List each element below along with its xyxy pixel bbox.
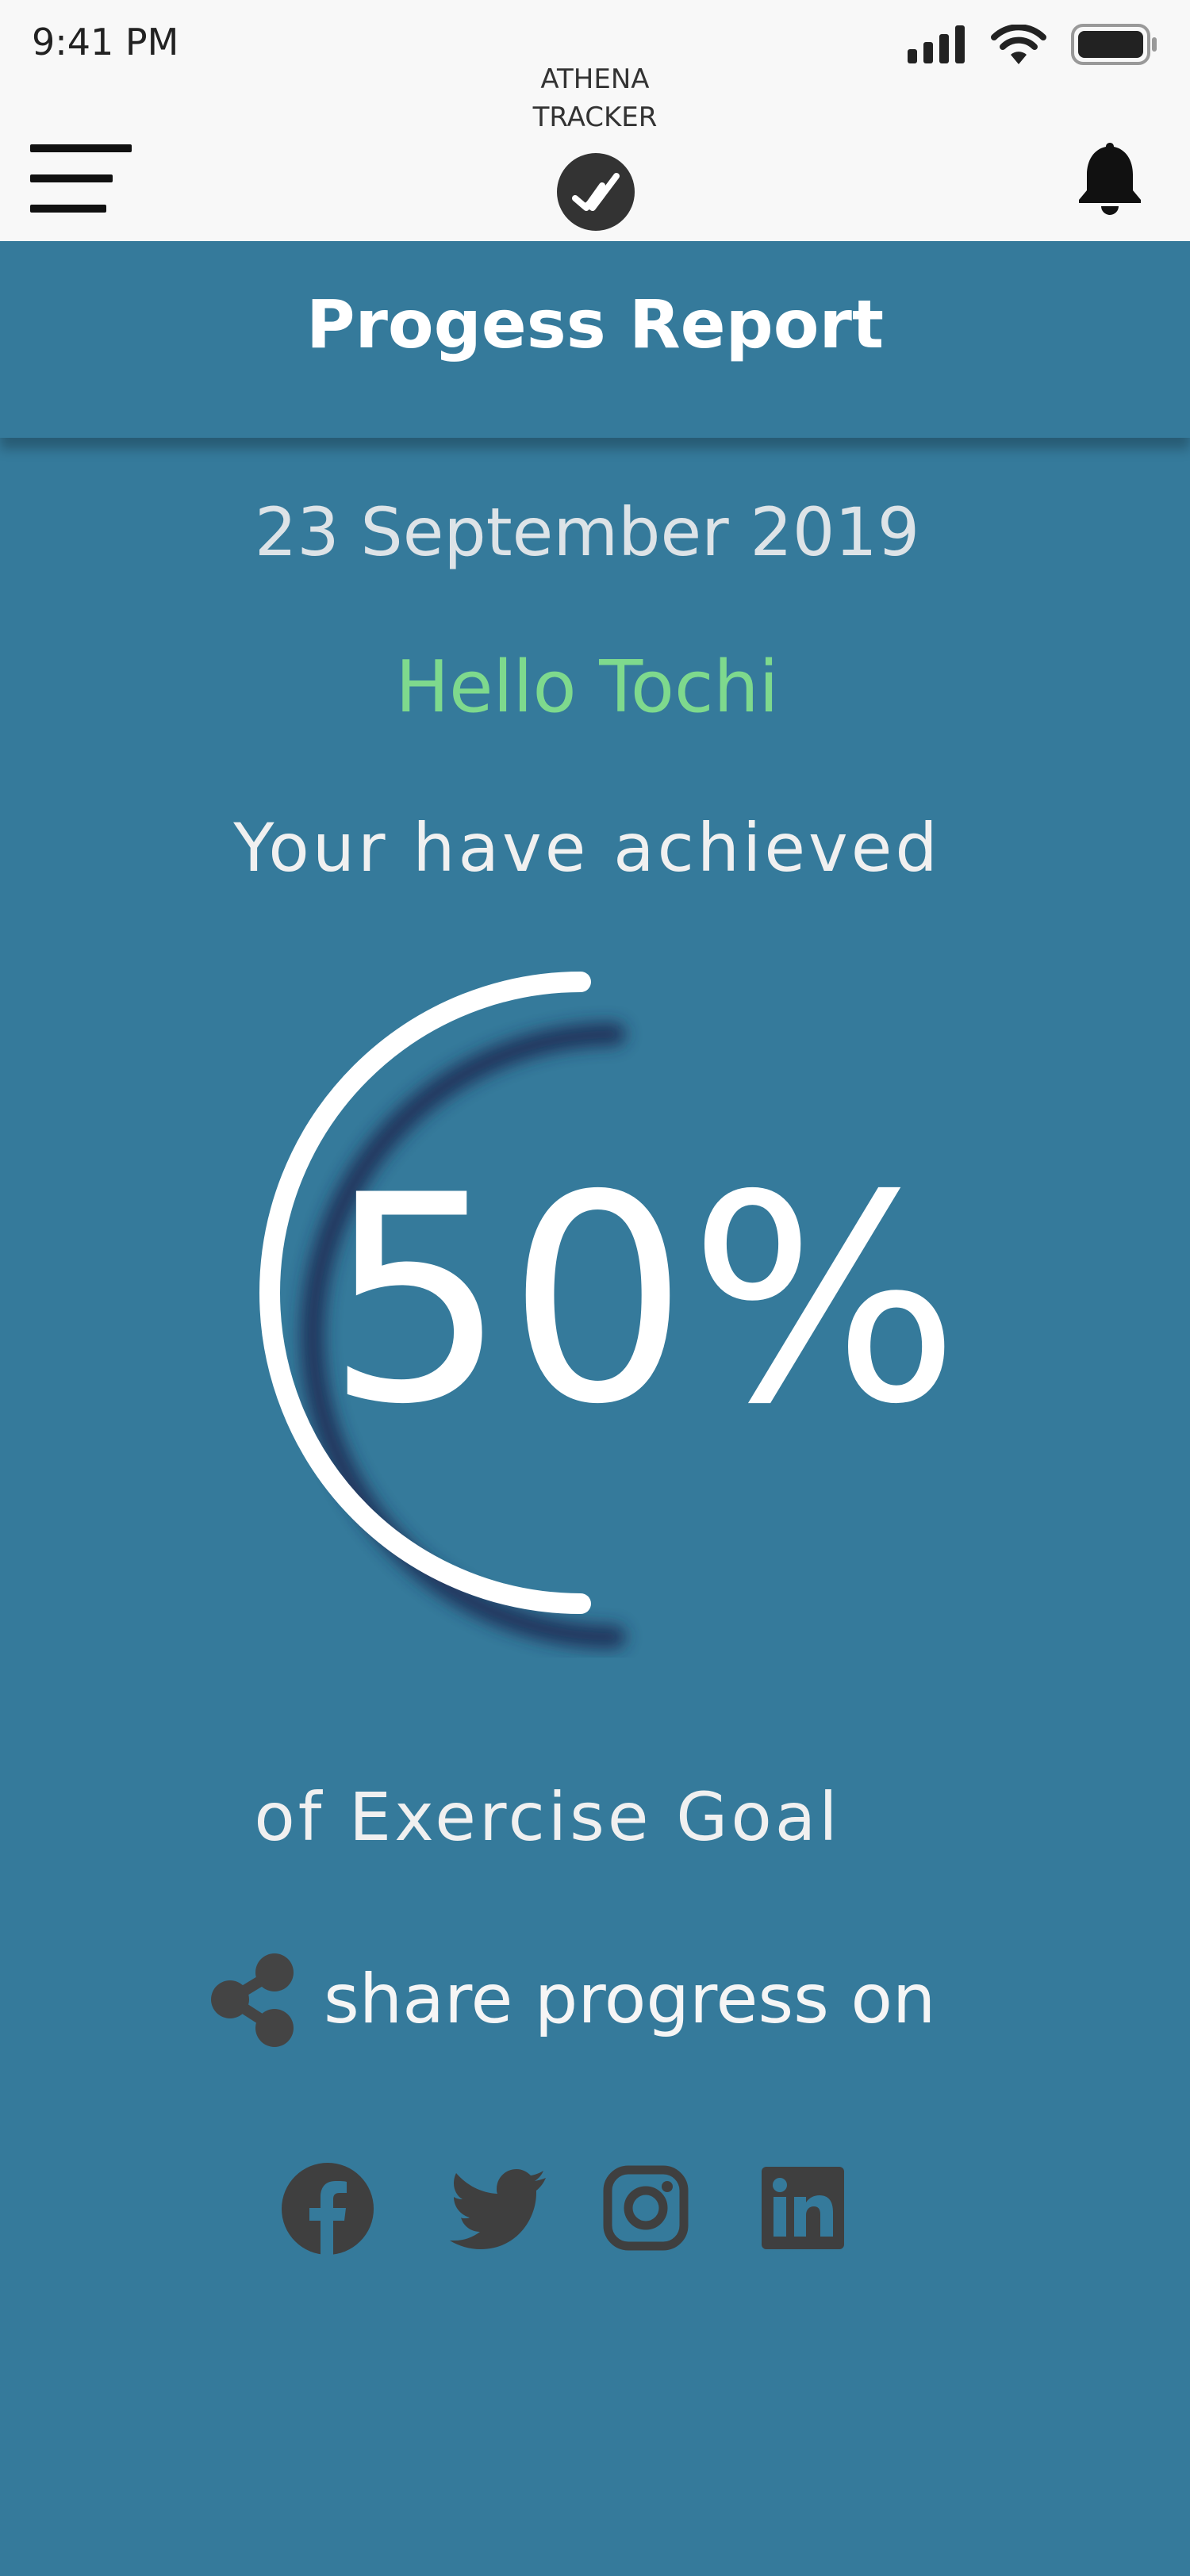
share-label: share progress on — [324, 1960, 936, 2039]
linkedin-icon[interactable] — [760, 2165, 846, 2251]
wifi-icon — [991, 25, 1046, 64]
page-title: Progess Report — [305, 286, 885, 363]
title-banner: Progess Report — [0, 241, 1190, 438]
progress-percent: 50% — [325, 1134, 961, 1466]
share-row: share progress on — [208, 1948, 935, 2051]
twitter-icon[interactable] — [449, 2168, 547, 2249]
facebook-icon[interactable] — [281, 2162, 374, 2256]
achieved-label: Your have achieved — [233, 809, 941, 887]
greeting: Hello Tochi — [395, 646, 779, 729]
brand-line-2: TRACKER — [532, 102, 658, 133]
instagram-icon[interactable] — [603, 2165, 689, 2251]
signal-icon — [908, 25, 965, 63]
status-icons — [908, 21, 1158, 68]
social-icons — [278, 2162, 912, 2257]
goal-label: of Exercise Goal — [254, 1778, 841, 1856]
top-header: 9:41 PM ATHENA TRACKER — [0, 0, 1190, 241]
progress-report-screen: 9:41 PM ATHENA TRACKER Progess Report 23… — [0, 0, 1190, 2576]
status-time: 9:41 PM — [32, 21, 179, 63]
checkmark-logo-icon — [557, 153, 635, 231]
brand-line-1: ATHENA — [540, 63, 650, 95]
hamburger-menu-icon[interactable] — [30, 144, 132, 214]
report-date: 23 September 2019 — [254, 493, 920, 571]
bell-icon[interactable] — [1074, 138, 1146, 217]
battery-icon — [1071, 24, 1157, 65]
share-icon[interactable] — [208, 1952, 295, 2047]
app-brand: ATHENA TRACKER — [476, 60, 714, 136]
